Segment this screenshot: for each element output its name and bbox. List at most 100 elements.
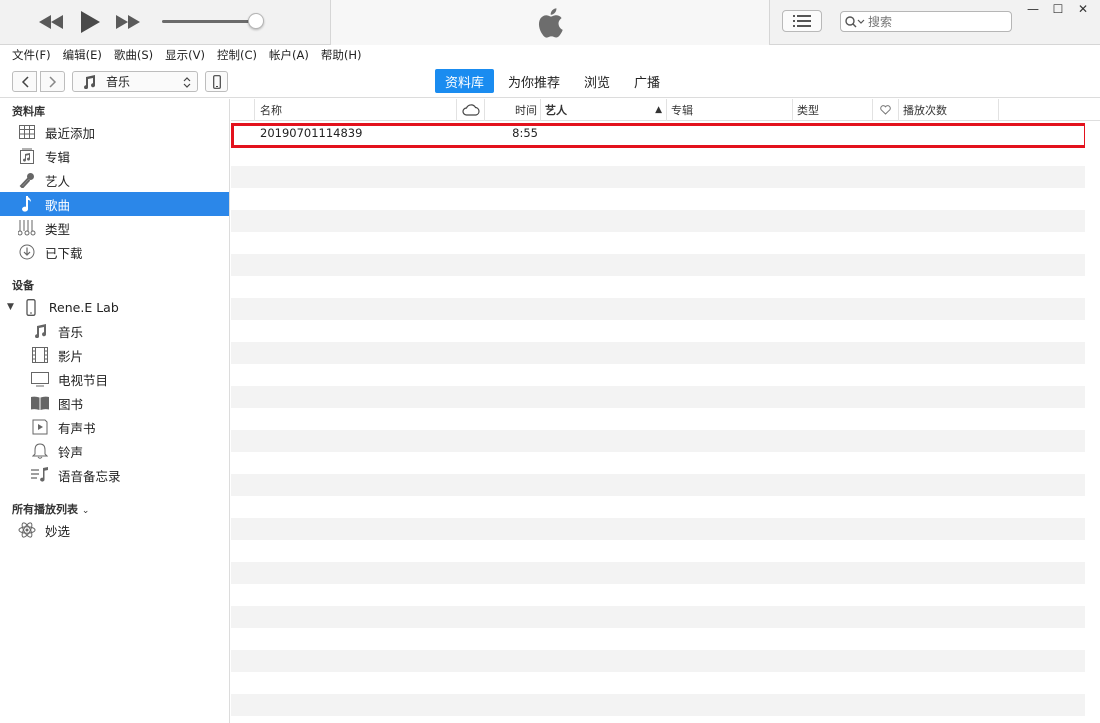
sidebar-item-device-music[interactable]: 音乐 xyxy=(0,319,229,343)
empty-row xyxy=(231,298,1085,320)
tab-for-you[interactable]: 为你推荐 xyxy=(498,69,570,93)
empty-row xyxy=(231,254,1085,276)
column-header-artist-label: 艺人 xyxy=(545,104,567,117)
bell-icon xyxy=(31,442,49,460)
music-note-icon xyxy=(31,322,49,340)
player-bar: — ☐ ✕ xyxy=(0,0,1100,45)
sidebar-item-device-audiobooks[interactable]: 有声书 xyxy=(0,415,229,439)
grid-icon xyxy=(18,123,36,141)
tab-radio[interactable]: 广播 xyxy=(624,69,670,93)
sidebar: 资料库 最近添加 专辑 艺人 歌曲 类型 已下载 设备 ▼ Rene.E Lab… xyxy=(0,99,230,723)
sidebar-item-device-movies[interactable]: 影片 xyxy=(0,343,229,367)
column-header-artist[interactable]: 艺人 ▲ xyxy=(541,99,667,121)
disclosure-triangle-icon[interactable]: ▼ xyxy=(7,302,14,312)
column-header-name[interactable]: 名称 xyxy=(255,99,457,121)
play-button[interactable] xyxy=(78,10,102,34)
sidebar-item-label: 专辑 xyxy=(45,149,71,165)
menu-view[interactable]: 显示(V) xyxy=(165,47,205,63)
iphone-icon xyxy=(212,74,221,89)
book-icon xyxy=(31,394,49,412)
menu-help[interactable]: 帮助(H) xyxy=(321,47,362,63)
tab-library[interactable]: 资料库 xyxy=(435,69,495,93)
music-note-icon xyxy=(18,195,36,213)
menu-bar: 文件(F) 编辑(E) 歌曲(S) 显示(V) 控制(C) 帐户(A) 帮助(H… xyxy=(0,45,1100,65)
scrollbar-gutter[interactable] xyxy=(1085,121,1100,723)
sort-ascending-icon: ▲ xyxy=(655,105,662,115)
sidebar-item-device-books[interactable]: 图书 xyxy=(0,391,229,415)
genius-icon xyxy=(18,521,36,539)
list-icon xyxy=(793,15,811,27)
column-header-genre[interactable]: 类型 xyxy=(793,99,873,121)
media-type-select[interactable]: 音乐 xyxy=(72,71,198,92)
sidebar-item-device[interactable]: ▼ Rene.E Lab xyxy=(0,295,229,319)
search-box[interactable] xyxy=(840,11,1012,32)
close-button[interactable]: ✕ xyxy=(1072,2,1094,16)
rewind-button[interactable] xyxy=(38,10,64,34)
sidebar-item-artists[interactable]: 艺人 xyxy=(0,168,229,192)
device-button[interactable] xyxy=(205,71,228,92)
microphone-icon xyxy=(18,171,36,189)
sidebar-item-recently-added[interactable]: 最近添加 xyxy=(0,120,229,144)
cloud-icon xyxy=(461,104,480,116)
empty-row xyxy=(231,342,1085,364)
sidebar-item-label: 有声书 xyxy=(58,420,96,436)
table-row[interactable]: 20190701114839 8:55 xyxy=(231,122,1085,144)
sidebar-item-downloaded[interactable]: 已下载 xyxy=(0,240,229,264)
menu-song[interactable]: 歌曲(S) xyxy=(114,47,153,63)
column-header-cloud[interactable] xyxy=(457,99,485,121)
column-header-time[interactable]: 时间 xyxy=(485,99,541,121)
rewind-icon xyxy=(39,15,63,29)
empty-row xyxy=(231,694,1085,716)
sidebar-item-label: 已下载 xyxy=(45,245,83,261)
sidebar-item-device-voice-memos[interactable]: 语音备忘录 xyxy=(0,463,229,487)
volume-slider-track[interactable] xyxy=(162,20,256,23)
updown-chevron-icon xyxy=(183,77,191,88)
empty-row xyxy=(231,474,1085,496)
sidebar-item-label: 电视节目 xyxy=(58,372,109,388)
sidebar-item-albums[interactable]: 专辑 xyxy=(0,144,229,168)
sidebar-item-songs[interactable]: 歌曲 xyxy=(0,192,229,216)
chevron-down-icon: ⌄ xyxy=(81,506,90,516)
sidebar-item-device-tv-shows[interactable]: 电视节目 xyxy=(0,367,229,391)
menu-controls[interactable]: 控制(C) xyxy=(217,47,257,63)
sidebar-item-label: 语音备忘录 xyxy=(58,468,121,484)
sidebar-item-genius[interactable]: 妙选 xyxy=(0,518,229,542)
column-header-plays[interactable]: 播放次数 xyxy=(899,99,999,121)
empty-row xyxy=(231,606,1085,628)
column-header-love[interactable] xyxy=(873,99,899,121)
menu-edit[interactable]: 编辑(E) xyxy=(63,47,102,63)
main-tabs: 资料库 为你推荐 浏览 广播 xyxy=(435,69,674,93)
music-note-icon xyxy=(84,74,96,89)
column-header-row: 名称 时间 艺人 ▲ 专辑 类型 播放次数 xyxy=(231,99,1100,121)
media-type-label: 音乐 xyxy=(106,75,131,89)
all-playlists-header[interactable]: 所有播放列表 ⌄ xyxy=(12,501,89,517)
column-header-album[interactable]: 专辑 xyxy=(667,99,793,121)
empty-row xyxy=(231,562,1085,584)
audiobook-icon xyxy=(31,418,49,436)
search-icon xyxy=(845,15,865,27)
search-input[interactable] xyxy=(868,14,998,29)
menu-account[interactable]: 帐户(A) xyxy=(269,47,309,63)
genre-icon xyxy=(18,219,36,237)
sidebar-item-label: 歌曲 xyxy=(45,197,71,213)
sidebar-item-label: 铃声 xyxy=(58,444,84,460)
minimize-button[interactable]: — xyxy=(1022,2,1044,16)
menu-file[interactable]: 文件(F) xyxy=(12,47,51,63)
fast-forward-button[interactable] xyxy=(115,10,141,34)
apple-logo-icon xyxy=(538,8,563,38)
forward-button[interactable] xyxy=(40,71,65,92)
back-button[interactable] xyxy=(12,71,37,92)
empty-row xyxy=(231,430,1085,452)
song-list: 名称 时间 艺人 ▲ 专辑 类型 播放次数 20190701114839 8:5… xyxy=(231,99,1100,723)
sidebar-item-device-tones[interactable]: 铃声 xyxy=(0,439,229,463)
column-header-blank[interactable] xyxy=(231,99,255,121)
song-name: 20190701114839 xyxy=(260,126,363,140)
album-icon xyxy=(18,147,36,165)
up-next-list-button[interactable] xyxy=(782,10,822,32)
sidebar-item-genres[interactable]: 类型 xyxy=(0,216,229,240)
sidebar-item-label: 最近添加 xyxy=(45,125,96,141)
volume-slider-knob[interactable] xyxy=(248,13,264,29)
chevron-left-icon xyxy=(21,75,29,88)
maximize-button[interactable]: ☐ xyxy=(1047,2,1069,16)
tab-browse[interactable]: 浏览 xyxy=(574,69,620,93)
